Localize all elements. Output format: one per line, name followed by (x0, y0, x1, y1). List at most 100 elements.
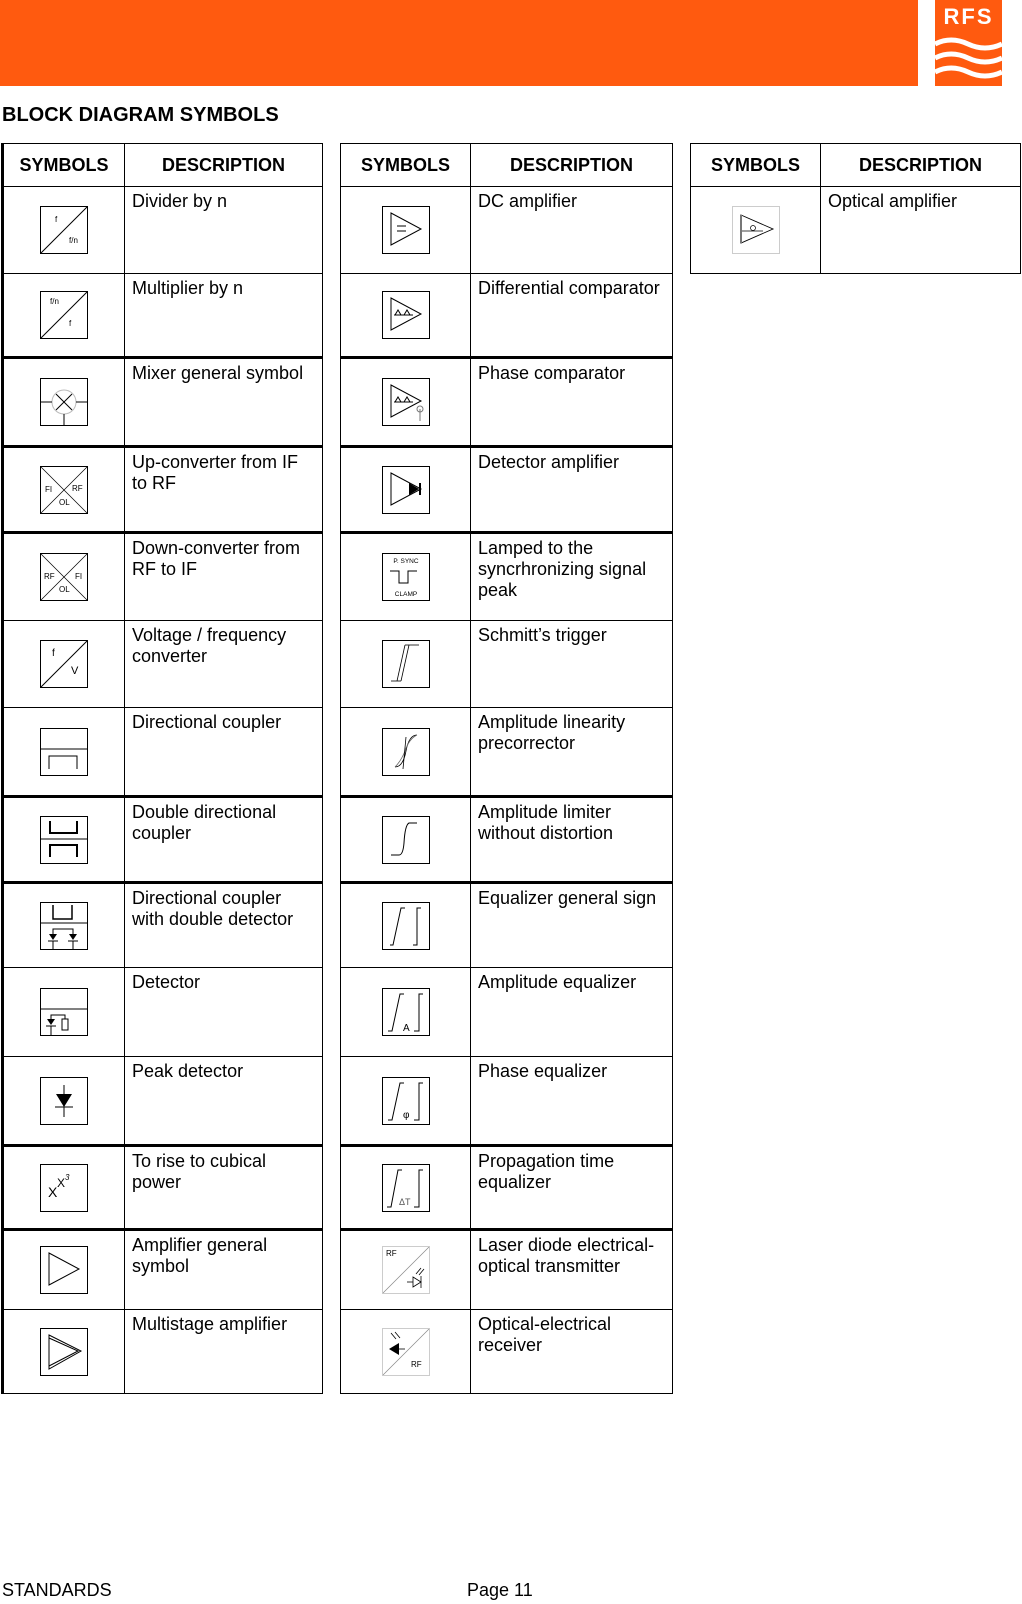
description: Equalizer general sign (470, 881, 673, 968)
description: Amplitude limiter without distortion (470, 795, 673, 883)
directional-coupler-double-detector-icon (40, 901, 88, 950)
schmitt-trigger-icon (381, 640, 430, 688)
table-row: XX3 To rise to cubical power (2, 1144, 323, 1230)
table-row: RF Optical-electrical receiver (340, 1309, 673, 1394)
detector-amplifier-icon (381, 465, 430, 514)
svg-text:V: V (71, 665, 79, 677)
description: Phase comparator (470, 356, 673, 447)
table-row: Phase comparator (340, 356, 673, 447)
description: Multiplier by n (124, 273, 323, 358)
table-header: SYMBOLS DESCRIPTION (340, 143, 673, 187)
mixer-icon (40, 378, 88, 426)
directional-coupler-icon (40, 727, 88, 776)
table-row: Double directional coupler (2, 795, 323, 883)
description: Differential comparator (470, 273, 673, 358)
table-row: Detector amplifier (340, 445, 673, 533)
table-row: ΔT Propagation time equalizer (340, 1144, 673, 1230)
description: Directional coupler (124, 707, 323, 797)
svg-text:OL: OL (59, 585, 70, 594)
divider-by-n-icon: f f/n (40, 206, 88, 254)
table-row: φ Phase equalizer (340, 1056, 673, 1146)
description: Schmitt’s trigger (470, 620, 673, 708)
page-title: BLOCK DIAGRAM SYMBOLS (2, 104, 279, 126)
page-number: Page 11 (467, 1580, 533, 1600)
multistage-amplifier-icon (40, 1327, 88, 1376)
peak-detector-icon (40, 1076, 88, 1125)
svg-text:A: A (403, 1023, 410, 1034)
phase-equalizer-icon: φ (381, 1076, 430, 1125)
description: Optical-electrical receiver (470, 1309, 673, 1394)
description: Double directional coupler (124, 795, 323, 883)
table-row: Optical amplifier (690, 186, 1021, 274)
svg-text:f: f (69, 319, 72, 328)
description: Detector amplifier (470, 445, 673, 533)
table-row: f/n f Multiplier by n (2, 273, 323, 358)
description: Voltage / frequency converter (124, 620, 323, 708)
table-row: A Amplitude equalizer (340, 967, 673, 1057)
table-row: Differential comparator (340, 273, 673, 358)
symbols-header: SYMBOLS (340, 143, 471, 187)
svg-text:f/n: f/n (50, 297, 59, 306)
table-row: RF FI OL Down-converter from RF to IF (2, 531, 323, 621)
rfs-logo: RFS (935, 0, 1002, 86)
optical-receiver-icon: RF (381, 1327, 430, 1376)
table-row: Multistage amplifier (2, 1309, 323, 1394)
waves-icon (935, 37, 1002, 79)
svg-text:FI: FI (75, 572, 82, 581)
multiplier-by-n-icon: f/n f (40, 291, 88, 339)
footer-section: STANDARDS (2, 1580, 112, 1600)
table-header: SYMBOLS DESCRIPTION (2, 143, 323, 187)
description: Down-converter from RF to IF (124, 531, 323, 621)
optical-amplifier-icon (731, 206, 780, 254)
laser-diode-transmitter-icon: RF (381, 1246, 430, 1294)
table-row: P. SYNC CLAMP Lamped to the syncrhronizin… (340, 531, 673, 621)
description: Optical amplifier (820, 186, 1021, 274)
description: Mixer general symbol (124, 356, 323, 447)
description: Multistage amplifier (124, 1309, 323, 1394)
svg-text:FI: FI (45, 485, 52, 494)
description: Propagation time equalizer (470, 1144, 673, 1230)
description: Detector (124, 967, 323, 1057)
description: Peak detector (124, 1056, 323, 1146)
cubical-power-icon: XX3 (40, 1163, 88, 1212)
table-row: Directional coupler with double detector (2, 881, 323, 968)
table-row: Amplitude linearity precorrector (340, 707, 673, 797)
svg-text:f: f (55, 215, 58, 224)
table-row: f f/n Divider by n (2, 186, 323, 274)
table-row: Mixer general symbol (2, 356, 323, 447)
svg-text:f: f (52, 648, 55, 659)
sync-clamp-icon: P. SYNC CLAMP (381, 553, 430, 601)
description: Amplifier general symbol (124, 1228, 323, 1310)
symbols-header: SYMBOLS (690, 143, 821, 187)
table-row: Amplitude limiter without distortion (340, 795, 673, 883)
symbols-table-3: SYMBOLS DESCRIPTION Optical amplifier (690, 143, 1021, 274)
description-header: DESCRIPTION (470, 143, 673, 187)
description: Lamped to the syncrhronizing signal peak (470, 531, 673, 621)
table-row: RF Laser diode electrical-optical transm… (340, 1228, 673, 1310)
differential-comparator-icon (381, 291, 430, 339)
svg-text:RF: RF (386, 1249, 397, 1258)
amplitude-equalizer-icon: A (381, 988, 430, 1036)
header-banner (0, 0, 918, 86)
description: Divider by n (124, 186, 323, 274)
description: DC amplifier (470, 186, 673, 274)
table-row: Detector (2, 967, 323, 1057)
svg-text:ΔT: ΔT (399, 1197, 411, 1207)
table-row: Directional coupler (2, 707, 323, 797)
amplitude-limiter-icon (381, 815, 430, 864)
detector-icon (40, 988, 88, 1036)
table-row: fV Voltage / frequency converter (2, 620, 323, 708)
voltage-frequency-converter-icon: fV (40, 640, 88, 688)
amplifier-icon (40, 1246, 88, 1294)
description: Amplitude linearity precorrector (470, 707, 673, 797)
description: To rise to cubical power (124, 1144, 323, 1230)
description: Phase equalizer (470, 1056, 673, 1146)
svg-text:RF: RF (44, 572, 55, 581)
phase-comparator-icon (381, 378, 430, 426)
down-converter-icon: RF FI OL (40, 553, 88, 601)
description: Directional coupler with double detector (124, 881, 323, 968)
description: Up-converter from IF to RF (124, 445, 323, 533)
svg-text:RF: RF (411, 1360, 422, 1369)
svg-text:3: 3 (65, 1173, 70, 1182)
double-directional-coupler-icon (40, 815, 88, 864)
